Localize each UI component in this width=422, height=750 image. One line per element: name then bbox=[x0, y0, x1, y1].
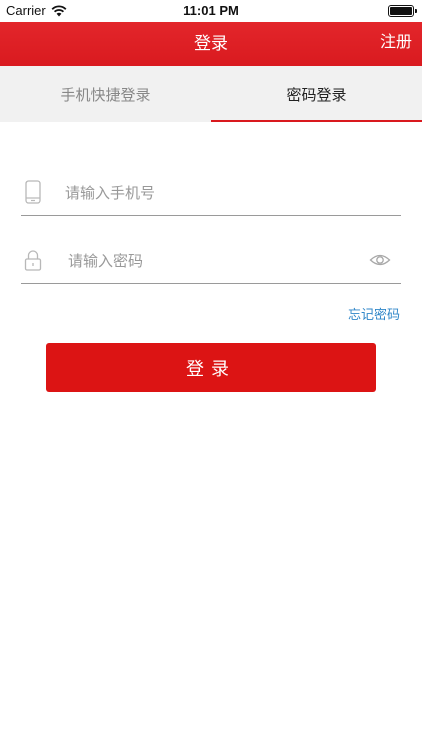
password-input[interactable] bbox=[68, 246, 368, 276]
login-tabs: 手机快捷登录 密码登录 bbox=[0, 66, 422, 122]
battery-icon bbox=[388, 5, 417, 17]
phone-icon bbox=[25, 180, 41, 204]
status-time: 11:01 PM bbox=[183, 3, 239, 18]
phone-field-row bbox=[21, 170, 401, 216]
page-title: 登录 bbox=[194, 34, 228, 54]
status-bar: Carrier 11:01 PM bbox=[0, 0, 422, 22]
login-button[interactable]: 登录 bbox=[46, 343, 376, 392]
tab-password-login[interactable]: 密码登录 bbox=[211, 66, 422, 122]
forgot-password-link[interactable]: 忘记密码 bbox=[348, 304, 400, 323]
tab-phone-login[interactable]: 手机快捷登录 bbox=[0, 66, 211, 122]
nav-header: 登录 注册 bbox=[0, 22, 422, 66]
eye-icon[interactable] bbox=[369, 250, 391, 270]
phone-input[interactable] bbox=[65, 178, 365, 208]
register-button[interactable]: 注册 bbox=[380, 22, 412, 62]
lock-icon bbox=[24, 250, 42, 271]
password-field-row bbox=[21, 238, 401, 284]
